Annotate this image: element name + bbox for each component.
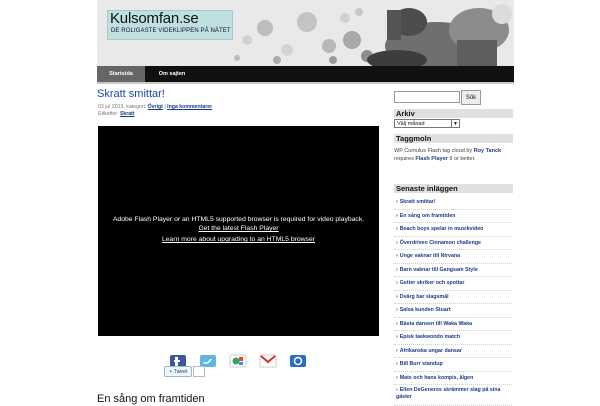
recent-post-link[interactable]: Överdriven Cinnamon challenge <box>400 240 481 246</box>
post-meta-separator: | <box>164 104 166 110</box>
chevron-right-icon: › <box>396 334 398 340</box>
tagcloud-text-part: requires <box>394 156 414 162</box>
post-category-link[interactable]: Övrigt <box>148 104 163 110</box>
recent-post-link[interactable]: Dvärg bar slagsmål <box>400 294 449 300</box>
post-tags-label: Etiketter: <box>98 111 119 117</box>
nav-divider <box>97 82 514 84</box>
twitter-bird-icon: ✦ <box>168 368 173 375</box>
html5-upgrade-link[interactable]: Learn more about upgrading to an HTML5 b… <box>98 236 379 243</box>
tweet-button[interactable]: ✦ Tweet <box>164 366 192 377</box>
chevron-right-icon: › <box>396 280 398 286</box>
recent-post-item[interactable]: › Salsa kunden Stuart <box>394 304 512 318</box>
chevron-right-icon: › <box>396 347 398 354</box>
recent-posts-heading: Senaste inläggen <box>394 184 513 193</box>
site-title[interactable]: Kulsomfan.se <box>110 10 199 27</box>
recent-post-item[interactable]: › Bill Burr standup <box>394 358 512 372</box>
nav-item-om-sajten[interactable]: Om sajten <box>146 66 198 82</box>
recent-post-item[interactable]: › Unge vaknar till Nirvana <box>394 250 512 264</box>
recent-post-item[interactable]: › Överdriven Cinnamon challenge <box>394 237 512 250</box>
recent-post-link[interactable]: Mats och hans kompis, ålgen <box>400 375 474 381</box>
archive-select-value: Välj månad <box>397 120 425 127</box>
video-fallback-message: Adobe Flash Player or an HTML5 supported… <box>112 216 365 223</box>
chevron-right-icon: › <box>396 320 398 327</box>
recent-post-item[interactable]: › Skratt smittar! <box>394 196 512 210</box>
recent-post-item[interactable]: › Episk taekwondo match <box>394 331 512 345</box>
post-meta: 03 jul 2013, kategori: Övrigt | Inga kom… <box>98 104 212 110</box>
post-tag-link[interactable]: Skratt <box>120 111 135 117</box>
recent-post-item[interactable]: › Ellen DeGeneres skrämmer slag på sina g… <box>394 385 512 406</box>
chevron-right-icon: › <box>396 387 398 393</box>
recent-post-link[interactable]: Episk taekwondo match <box>400 334 460 340</box>
recent-post-item[interactable]: › Mats och hans kompis, ålgen <box>394 372 512 385</box>
recent-post-link[interactable]: Skratt smittar! <box>400 199 436 205</box>
recent-post-item[interactable]: › Dvärg bar slagsmål <box>394 291 512 304</box>
next-post-title[interactable]: En sång om framtiden <box>97 393 205 405</box>
chevron-right-icon: › <box>396 199 398 205</box>
roy-tanck-link[interactable]: Roy Tanck <box>474 148 501 154</box>
recent-post-link[interactable]: Ellen DeGeneres skrämmer slag på sina gä… <box>396 387 500 400</box>
chevron-right-icon: › <box>396 307 398 313</box>
site-tagline: DE ROLIGASTE VIDEKLIPPEN PÅ NÄTET <box>111 28 231 34</box>
recent-post-link[interactable]: Unge vaknar till Nirvana <box>400 253 460 259</box>
tagcloud-text-part: WP Cumulus Flash tag cloud by <box>394 148 473 154</box>
recent-post-link[interactable]: Beach boys spelar in musikvideo <box>400 226 484 232</box>
recent-post-link[interactable]: Afrikanska ungar dansar <box>400 348 462 354</box>
post-title[interactable]: Skratt smittar! <box>97 88 165 100</box>
chevron-right-icon: › <box>396 239 398 246</box>
tweet-label: Tweet <box>173 368 188 375</box>
chevron-right-icon: › <box>396 266 398 273</box>
google-icon[interactable] <box>229 354 247 368</box>
chevron-down-icon: ▼ <box>451 120 459 127</box>
recent-post-link[interactable]: Getter skriker och spottar <box>400 280 465 286</box>
chevron-right-icon: › <box>396 212 398 219</box>
flash-player-sidebar-link[interactable]: Flash Player <box>415 156 447 162</box>
chevron-right-icon: › <box>396 361 398 367</box>
tweet-count-box <box>193 366 205 377</box>
nav-item-startsida[interactable]: Startsida <box>97 66 145 82</box>
chevron-right-icon: › <box>396 226 398 232</box>
post-meta-date: 03 jul 2013, kategori: <box>98 104 147 110</box>
chevron-right-icon: › <box>396 253 398 259</box>
recent-post-item[interactable]: › Barn vaknar till Gangsam Style <box>394 264 512 277</box>
recent-post-item[interactable]: › Afrikanska ungar dansar <box>394 345 512 358</box>
recent-posts-list: › Skratt smittar! › En sång om framtiden › Be… <box>394 196 512 406</box>
post-tags: Etiketter: Skratt <box>98 111 135 117</box>
recent-post-link[interactable]: Bill Burr standup <box>400 361 443 367</box>
recent-post-link[interactable]: Barn vaknar till Gangsam Style <box>400 267 478 273</box>
archive-heading: Arkiv <box>394 109 513 118</box>
chevron-right-icon: › <box>396 374 398 381</box>
email-icon[interactable] <box>289 354 307 368</box>
recent-post-link[interactable]: Salsa kunden Stuart <box>400 307 451 313</box>
recent-post-link[interactable]: Bästa dansen till Waka Waka <box>400 321 472 327</box>
search-input[interactable] <box>394 91 460 103</box>
search-button[interactable]: Sök <box>461 90 481 105</box>
flash-player-link[interactable]: Get the latest Flash Player <box>98 225 379 232</box>
chevron-right-icon: › <box>396 293 398 300</box>
tagcloud-text: WP Cumulus Flash tag cloud by Roy Tanck … <box>394 147 512 163</box>
post-comments-link[interactable]: Inga kommentarer <box>167 104 212 110</box>
recent-post-link[interactable]: En sång om framtiden <box>400 213 456 219</box>
gmail-icon[interactable] <box>259 354 277 368</box>
recent-post-item[interactable]: › Beach boys spelar in musikvideo <box>394 223 512 237</box>
archive-select[interactable]: Välj månad ▼ <box>394 119 460 128</box>
recent-post-item[interactable]: › En sång om framtiden <box>394 210 512 223</box>
tagcloud-text-part: 9 or better. <box>449 156 476 162</box>
tagcloud-heading: Taggmoln <box>394 134 513 143</box>
recent-post-item[interactable]: › Bästa dansen till Waka Waka <box>394 318 512 331</box>
recent-post-item[interactable]: › Getter skriker och spottar <box>394 277 512 291</box>
